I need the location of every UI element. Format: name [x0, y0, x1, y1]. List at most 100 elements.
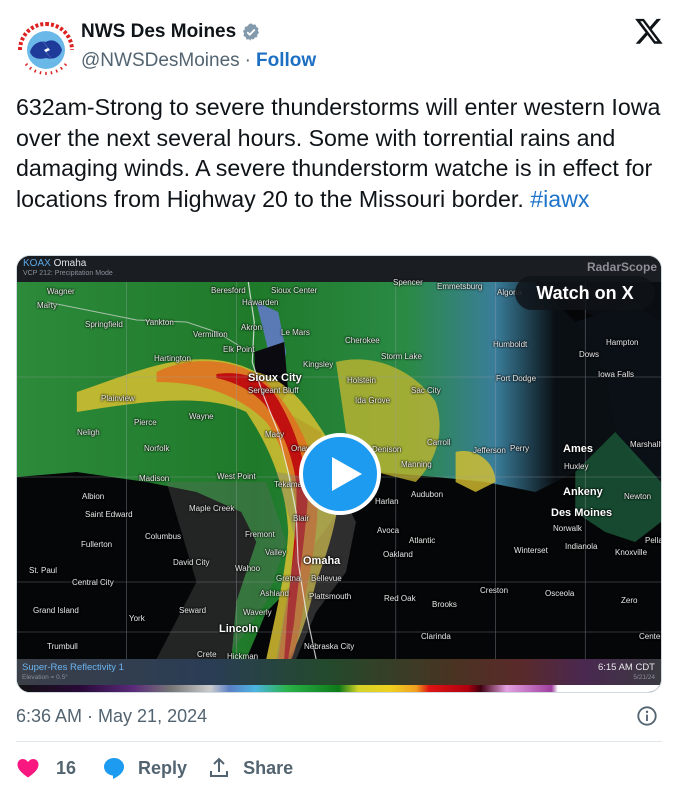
city-label: Madison: [139, 474, 170, 483]
handle-row: @NWSDesMoines · Follow: [81, 50, 316, 72]
radar-product: Super-Res Reflectivity 1: [22, 662, 124, 673]
action-bar: 16 Reply Share: [16, 755, 293, 781]
city-label: Waverly: [243, 608, 272, 617]
city-label: Emmetsburg: [437, 282, 483, 291]
city-label: Pella: [645, 536, 662, 545]
city-label: Storm Lake: [381, 352, 422, 361]
verified-badge-icon: [243, 23, 260, 41]
reply-label: Reply: [138, 757, 188, 778]
x-logo-icon[interactable]: [634, 16, 664, 46]
city-label: Beresford: [211, 286, 246, 295]
divider: [16, 741, 662, 742]
city-label: Le Mars: [281, 328, 310, 337]
hashtag-link[interactable]: #iawx: [530, 186, 589, 212]
avatar[interactable]: [16, 20, 76, 80]
city-label: Avoca: [377, 526, 400, 535]
city-label: Audubon: [411, 490, 444, 499]
nws-logo-icon: [17, 21, 75, 79]
city-label: Iowa Falls: [598, 370, 635, 379]
city-label: Red Oak: [384, 594, 416, 603]
city-label: Oakland: [383, 550, 413, 559]
heart-icon: [17, 759, 39, 778]
radar-mode: VCP 212: Precipitation Mode: [23, 270, 113, 277]
city-label: Elk Point: [223, 345, 255, 354]
city-label: Norwalk: [553, 524, 582, 533]
radar-time: 6:15 AM CDT: [597, 662, 655, 673]
city-label: Plainview: [101, 394, 135, 403]
name-row: NWS Des Moines: [81, 21, 261, 43]
city-label: Sioux Center: [271, 286, 318, 295]
city-label: Yankton: [145, 318, 174, 327]
city-label: Wayne: [189, 412, 214, 421]
city-label: Ashland: [260, 589, 289, 598]
city-label: Neligh: [77, 428, 100, 437]
city-label: Hawarden: [242, 298, 279, 307]
like-button[interactable]: 16: [16, 756, 102, 780]
city-label: Blair: [293, 514, 310, 523]
city-label: Maple Creek: [189, 504, 235, 513]
city-label: Huxley: [564, 462, 589, 471]
city-label: Newton: [624, 492, 652, 501]
city-label: Columbus: [145, 532, 182, 541]
radar-site-name: Omaha: [53, 258, 87, 269]
reply-bubble-icon: [104, 758, 125, 779]
tweet-timestamp[interactable]: 6:36 AM · May 21, 2024: [16, 706, 207, 727]
city-label: Saint Edward: [85, 510, 133, 519]
share-label: Share: [243, 757, 294, 778]
city-label: Cherokee: [345, 336, 380, 345]
separator: ·: [244, 50, 251, 71]
city-label: Springfield: [85, 320, 123, 329]
radar-date: 5/21/24: [633, 674, 655, 681]
city-label: Marshalltown: [630, 440, 662, 449]
city-label: Wahoo: [235, 564, 261, 573]
radarscope-brand: RadarScope: [586, 260, 657, 274]
city-label: Valley: [265, 548, 287, 557]
city-label: Lincoln: [219, 623, 259, 635]
watch-on-x-button[interactable]: Watch on X: [515, 276, 655, 310]
city-label: Jefferson: [473, 446, 506, 455]
city-label: Marty: [37, 301, 57, 310]
city-label: Central City: [72, 578, 114, 587]
city-label: Zero: [621, 596, 638, 605]
city-label: Bellevue: [311, 574, 342, 583]
tweet-text: 632am-Strong to severe thunderstorms wil…: [16, 92, 666, 214]
reply-button[interactable]: Reply: [102, 756, 207, 780]
city-label: Winterset: [514, 546, 548, 555]
city-label: Ankeny: [563, 486, 603, 498]
radar-site: KOAX Omaha: [23, 258, 86, 269]
info-icon[interactable]: [636, 705, 658, 727]
handle[interactable]: @NWSDesMoines: [81, 50, 240, 72]
radar-elevation: Elevation = 0.5°: [22, 674, 68, 681]
city-label: Albion: [82, 492, 105, 501]
city-label: Nebraska City: [304, 642, 355, 651]
like-count: 16: [56, 757, 77, 778]
follow-button[interactable]: Follow: [256, 50, 316, 72]
city-label: Holstein: [347, 376, 376, 385]
city-label: Sioux City: [248, 372, 302, 384]
video-media[interactable]: KOAX Omaha VCP 212: Precipitation Mode R…: [16, 255, 662, 693]
city-label: Humboldt: [493, 340, 528, 349]
city-label: Perry: [510, 444, 530, 453]
play-button[interactable]: [299, 433, 381, 515]
share-button[interactable]: Share: [207, 756, 293, 780]
share-upload-icon: [210, 757, 229, 777]
city-label: David City: [173, 558, 210, 567]
display-name[interactable]: NWS Des Moines: [81, 21, 236, 43]
city-label: Macy: [265, 430, 285, 439]
city-label: Akron: [241, 323, 262, 332]
city-label: Sac City: [411, 386, 441, 395]
radar-footer-bar: Super-Res Reflectivity 1 Elevation = 0.5…: [17, 659, 661, 685]
city-label: Fort Dodge: [496, 374, 537, 383]
city-label: Centerville: [639, 632, 661, 641]
city-label: Crete: [197, 650, 217, 659]
city-label: Trumbull: [47, 642, 78, 651]
city-label: Kingsley: [303, 360, 334, 369]
city-label: Gretna: [276, 574, 301, 583]
city-label: Knoxville: [615, 548, 648, 557]
reflectivity-color-scale: [17, 685, 661, 692]
city-label: Dows: [579, 350, 600, 359]
city-label: St. Paul: [29, 566, 58, 575]
city-label: Fremont: [245, 530, 275, 539]
city-label: Ames: [563, 443, 593, 455]
city-label: Brooks: [432, 600, 457, 609]
